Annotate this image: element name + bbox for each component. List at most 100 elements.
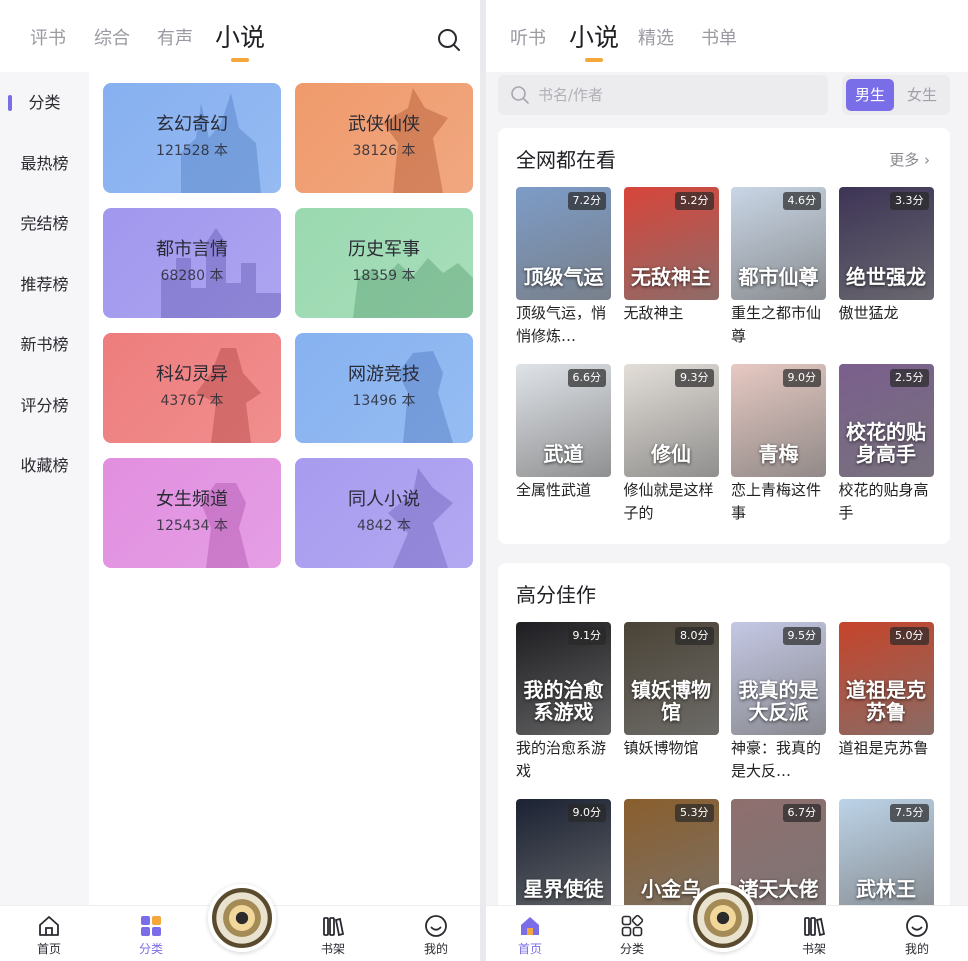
category-screen: 评书 综合 有声 小说 分类 最热榜 完结榜 推荐榜 新书榜 评分榜 收藏榜 玄… <box>0 0 480 961</box>
sidebar-item-favorites[interactable]: 收藏榜 <box>0 451 89 481</box>
book-cover: 星界使徒 9.0分 <box>516 799 611 912</box>
sidebar-item-finished[interactable]: 完结榜 <box>0 209 89 239</box>
nav-label: 书架 <box>320 942 345 956</box>
sidebar-item-label: 分类 <box>28 93 61 112</box>
category-name: 科幻灵异 <box>156 364 228 385</box>
category-card[interactable]: 玄幻奇幻 121528 本 <box>103 83 281 193</box>
book-cover: 武林王 7.5分 <box>838 799 934 912</box>
rating-badge: 6.7分 <box>782 804 821 822</box>
book-card[interactable]: 顶级气运 7.2分 顶级气运，悄悄修炼… <box>516 187 611 348</box>
category-count: 18359 本 <box>352 268 416 284</box>
book-title: 恋上青梅这件事 <box>731 481 822 522</box>
book-card[interactable]: 青梅 9.0分恋上青梅这件事 <box>731 364 826 525</box>
rating-badge: 9.3分 <box>675 369 714 387</box>
book-cover: 青梅 9.0分 <box>731 364 826 477</box>
search-icon[interactable] <box>436 27 462 53</box>
category-name: 历史军事 <box>348 239 420 260</box>
book-card[interactable]: 修仙 9.3分 修仙就是这样子的 <box>623 364 719 525</box>
nav-home[interactable]: 首页 <box>500 914 560 957</box>
active-tab-indicator <box>585 58 603 62</box>
book-card[interactable]: 绝世强龙 3.3分 傲世猛龙 <box>838 187 934 325</box>
dancer-silhouette-icon <box>388 468 453 568</box>
category-card[interactable]: 女生频道 125434 本 <box>103 458 281 568</box>
book-title: 傲世猛龙 <box>838 304 899 322</box>
male-button[interactable]: 男生 <box>846 79 894 111</box>
cover-title: 武林王 <box>856 877 916 901</box>
sidebar-item-recommended[interactable]: 推荐榜 <box>0 270 89 300</box>
category-count: 68280 本 <box>160 268 224 284</box>
home-icon <box>39 916 59 936</box>
cover-title: 都市仙尊 <box>738 265 819 289</box>
book-card[interactable]: 我真的是大反派 9.5分 神豪：我真的是大反… <box>731 622 826 783</box>
book-card[interactable]: 武道 6.6分 全属性武道 <box>516 364 611 502</box>
nav-bookshelf[interactable]: 书架 <box>784 914 844 957</box>
nav-bookshelf[interactable]: 书架 <box>303 914 363 957</box>
tab-featured[interactable]: 精选 <box>638 26 674 52</box>
now-playing-disc[interactable] <box>208 884 276 952</box>
category-card[interactable]: 科幻灵异 43767 本 <box>103 333 281 443</box>
book-cover: 武道 6.6分 <box>516 364 611 477</box>
tab-listen[interactable]: 听书 <box>510 26 546 52</box>
novel-screen: 听书 小说 精选 书单 男生 女生 全网都在看 更多 › 顶级气运 7.2分顶级气… <box>486 0 968 961</box>
more-link[interactable]: 更多 › <box>889 150 930 170</box>
tab-zonghe[interactable]: 综合 <box>94 26 130 52</box>
category-count: 4842 本 <box>356 518 412 534</box>
gamer-icon <box>398 351 453 443</box>
now-playing-disc[interactable] <box>689 884 757 952</box>
category-card[interactable]: 网游竞技 13496 本 <box>295 333 473 443</box>
rating-badge: 9.5分 <box>782 627 821 645</box>
category-name: 同人小说 <box>348 489 420 510</box>
category-count: 13496 本 <box>352 393 416 409</box>
sidebar-item-hot[interactable]: 最热榜 <box>0 149 89 179</box>
book-cover: 顶级气运 7.2分 <box>516 187 611 300</box>
book-card[interactable]: 镇妖博物馆 8.0分 镇妖博物馆 <box>623 622 719 760</box>
book-card[interactable]: 武林王 7.5分 <box>838 799 934 914</box>
cover-title: 校花的贴身高手 <box>846 420 926 466</box>
bottom-navigation: 首页 分类 书架 我的 <box>486 884 968 961</box>
swordsman-icon <box>383 88 448 193</box>
nav-category[interactable]: 分类 <box>602 914 662 957</box>
nav-profile[interactable]: 我的 <box>887 914 947 957</box>
cover-title: 我的治愈系游戏 <box>523 678 604 724</box>
tab-audio[interactable]: 有声 <box>157 26 193 52</box>
category-card[interactable]: 同人小说 4842 本 <box>295 458 473 568</box>
category-card[interactable]: 历史军事 18359 本 <box>295 208 473 318</box>
nav-label: 首页 <box>517 942 542 956</box>
grid-icon <box>141 916 161 936</box>
nav-profile[interactable]: 我的 <box>406 914 466 957</box>
book-cover: 镇妖博物馆 8.0分 <box>623 622 719 735</box>
tab-novel[interactable]: 小说 <box>569 22 619 54</box>
gender-toggle: 男生 女生 <box>842 75 950 115</box>
cover-title: 修仙 <box>651 442 691 466</box>
tab-novel[interactable]: 小说 <box>215 22 265 54</box>
rating-badge: 9.0分 <box>782 369 821 387</box>
book-card[interactable]: 道祖是克苏鲁 5.0分 道祖是克苏鲁 <box>838 622 934 760</box>
sidebar-item-category[interactable]: 分类 <box>0 88 89 118</box>
female-button[interactable]: 女生 <box>898 79 946 111</box>
rating-badge: 7.2分 <box>567 192 606 210</box>
book-cover: 道祖是克苏鲁 5.0分 <box>838 622 934 735</box>
search-bar[interactable] <box>498 75 828 115</box>
smile-icon <box>906 915 928 937</box>
rating-badge: 5.2分 <box>675 192 714 210</box>
cover-title: 青梅 <box>758 442 799 466</box>
book-card[interactable]: 我的治愈系游戏 9.1分 我的治愈系游戏 <box>516 622 611 783</box>
nav-home[interactable]: 首页 <box>19 914 79 957</box>
book-cover: 我的治愈系游戏 9.1分 <box>516 622 611 735</box>
book-card[interactable]: 校花的贴身高手 2.5分 校花的贴身高手 <box>838 364 934 525</box>
book-title: 无敌神主 <box>623 304 684 322</box>
category-card[interactable]: 都市言情 68280 本 <box>103 208 281 318</box>
nav-category[interactable]: 分类 <box>121 914 181 957</box>
book-card[interactable]: 都市仙尊 4.6分 重生之都市仙尊 <box>731 187 826 348</box>
sidebar-item-rating[interactable]: 评分榜 <box>0 391 89 421</box>
category-name: 网游竞技 <box>348 364 420 385</box>
book-card[interactable]: 无敌神主 5.2分 无敌神主 <box>623 187 719 325</box>
sidebar-item-label: 评分榜 <box>20 396 69 415</box>
book-card[interactable]: 星界使徒 9.0分 <box>516 799 611 914</box>
sidebar-item-new[interactable]: 新书榜 <box>0 330 89 360</box>
tab-booklist[interactable]: 书单 <box>701 26 737 52</box>
sidebar-item-label: 收藏榜 <box>20 456 69 475</box>
category-card[interactable]: 武侠仙侠 38126 本 <box>295 83 473 193</box>
search-input[interactable] <box>538 83 808 107</box>
tab-pingshu[interactable]: 评书 <box>30 26 66 52</box>
